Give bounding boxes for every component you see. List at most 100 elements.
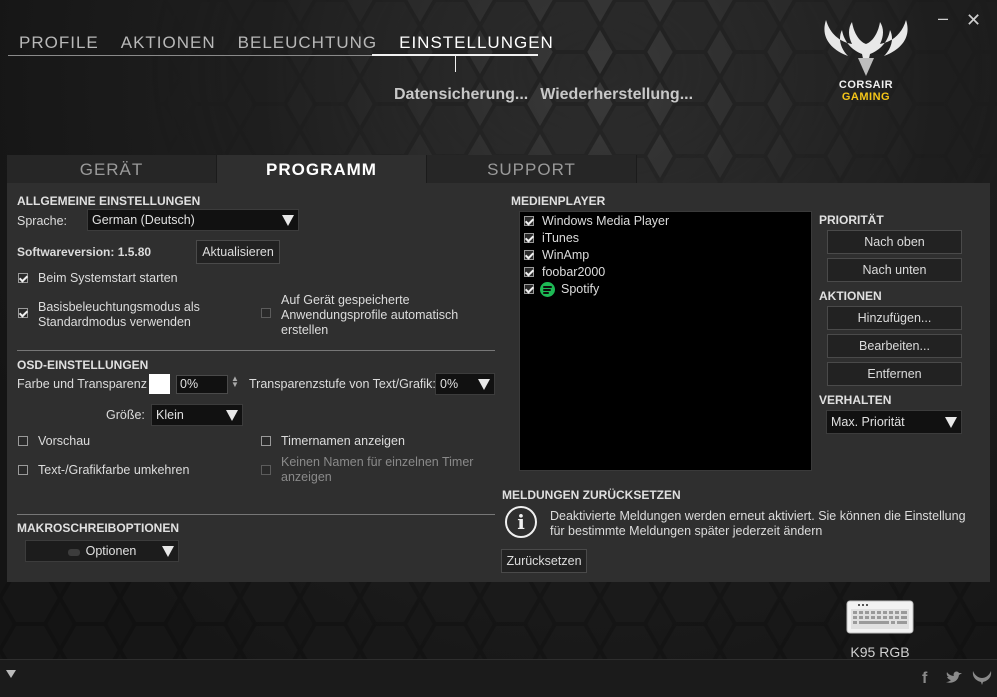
media-checkbox[interactable] [524,216,534,226]
actions-title: AKTIONEN [819,289,882,303]
chevron-down-icon [945,417,957,428]
text-transparency-label: Transparenzstufe von Text/Grafik: [249,377,436,391]
nav-active-tick [455,56,456,72]
minimize-button[interactable]: – [938,8,948,29]
device-name: K95 RGB [850,644,910,660]
macro-options-title: MAKROSCHREIBOPTIONEN [17,521,180,535]
restore-link[interactable]: Wiederherstellung... [540,86,693,104]
size-value: Klein [156,408,184,422]
macro-options-dropdown[interactable]: Optionen [25,540,179,562]
media-item-itunes[interactable]: iTunes [524,230,579,246]
sails-emblem-icon [824,20,908,76]
section-divider [17,514,495,515]
nav-beleuchtung[interactable]: BELEUCHTUNG [227,30,388,58]
preview-label: Vorschau [38,434,91,448]
behavior-value: Max. Priorität [831,415,905,429]
media-checkbox[interactable] [524,250,534,260]
general-settings-title: ALLGEMEINE EINSTELLUNGEN [17,194,201,208]
media-checkbox[interactable] [524,233,534,243]
move-down-button[interactable]: Nach unten [827,258,962,282]
settings-panel: GERÄT PROGRAMM SUPPORT ALLGEMEINE EINSTE… [7,155,990,582]
startup-checkbox[interactable] [18,273,28,283]
close-button[interactable]: ✕ [966,10,981,31]
nav-aktionen[interactable]: AKTIONEN [110,30,227,58]
chevron-down-icon [478,379,490,390]
media-name: Windows Media Player [542,214,670,228]
text-transparency-value: 0% [440,377,459,391]
media-item-winamp[interactable]: WinAmp [524,247,589,263]
invert-color-label: Text-/Grafikfarbe umkehren [38,463,190,477]
media-item-spotify[interactable]: Spotify [524,281,599,297]
chevron-down-icon [282,215,294,226]
footer-bar: f [0,659,997,697]
timer-names-checkbox[interactable] [261,436,271,446]
corsair-logo: CORSAIR GAMING [818,16,914,106]
reset-button[interactable]: Zurücksetzen [501,549,587,573]
priority-title: PRIORITÄT [819,213,884,227]
settings-tabs: GERÄT PROGRAMM SUPPORT [7,155,637,183]
language-value: German (Deutsch) [92,213,195,227]
logo-text-gaming: GAMING [841,91,891,103]
update-button[interactable]: Aktualisieren [196,240,280,264]
media-name: foobar2000 [542,265,606,279]
info-icon: i [505,506,537,538]
tab-geraet[interactable]: GERÄT [7,155,217,183]
media-checkbox[interactable] [524,267,534,277]
corsair-sails-icon[interactable] [972,670,992,686]
media-player-list: Windows Media Player iTunes WinAmp fooba… [519,211,812,471]
basic-lighting-checkbox[interactable] [18,308,28,318]
size-select[interactable]: Klein [151,404,243,426]
media-player-title: MEDIENPLAYER [511,194,606,208]
auto-profiles-checkbox[interactable] [261,308,271,318]
chevron-down-icon [162,546,174,557]
gamepad-icon [68,549,80,556]
media-name: Spotify [561,282,600,296]
settings-sublinks: Datensicherung... Wiederherstellung... [394,86,693,104]
color-swatch[interactable] [149,374,170,394]
media-name: iTunes [542,231,580,245]
keyboard-icon[interactable] [846,600,914,634]
tab-support[interactable]: SUPPORT [427,155,637,183]
language-label: Sprache: [17,214,68,228]
macro-options-label: Optionen [85,544,137,558]
backup-link[interactable]: Datensicherung... [394,86,528,104]
basic-lighting-label: Basisbeleuchtungsmodus als Standardmodus… [38,300,200,329]
no-single-timer-label: Keinen Namen für einzelnen Timer anzeige… [281,455,474,484]
media-checkbox[interactable] [524,284,534,294]
program-settings-body: ALLGEMEINE EINSTELLUNGEN Sprache: German… [7,183,990,582]
behavior-title: VERHALTEN [819,393,892,407]
color-transparency-label: Farbe und Transparenz [17,377,147,391]
preview-checkbox[interactable] [18,436,28,446]
media-name: WinAmp [542,248,590,262]
section-divider [17,350,495,351]
invert-color-checkbox[interactable] [18,465,28,475]
media-item-foobar2000[interactable]: foobar2000 [524,264,605,280]
auto-profiles-label: Auf Gerät gespeicherte Anwendungsprofile… [281,293,459,337]
reset-messages-title: MELDUNGEN ZURÜCKSETZEN [502,488,681,502]
software-version: Softwareversion: 1.5.80 [17,245,152,259]
logo-text-corsair: CORSAIR [838,79,894,91]
osd-settings-title: OSD-EINSTELLUNGEN [17,358,149,372]
text-transparency-select[interactable]: 0% [435,373,495,395]
expand-triangle-icon[interactable] [6,670,16,678]
no-single-timer-checkbox[interactable] [261,465,271,475]
media-item-windows-media-player[interactable]: Windows Media Player [524,213,669,229]
language-select[interactable]: German (Deutsch) [87,209,299,231]
chevron-down-icon [226,410,238,421]
move-up-button[interactable]: Nach oben [827,230,962,254]
add-button[interactable]: Hinzufügen... [827,306,962,330]
startup-label: Beim Systemstart starten [38,271,178,285]
remove-button[interactable]: Entfernen [827,362,962,386]
twitter-icon[interactable] [945,671,963,685]
tab-programm[interactable]: PROGRAMM [217,155,427,183]
facebook-icon[interactable]: f [922,670,927,688]
color-transparency-input[interactable]: 0% [176,375,228,394]
spotify-icon [540,281,555,297]
reset-messages-text: Deaktivierte Meldungen werden erneut akt… [550,509,966,538]
timer-names-label: Timernamen anzeigen [281,434,405,448]
edit-button[interactable]: Bearbeiten... [827,334,962,358]
behavior-select[interactable]: Max. Priorität [826,410,962,434]
size-label: Größe: [106,408,145,422]
color-transparency-spinner[interactable]: ▲ ▼ [231,375,239,389]
nav-profile[interactable]: PROFILE [8,30,110,58]
